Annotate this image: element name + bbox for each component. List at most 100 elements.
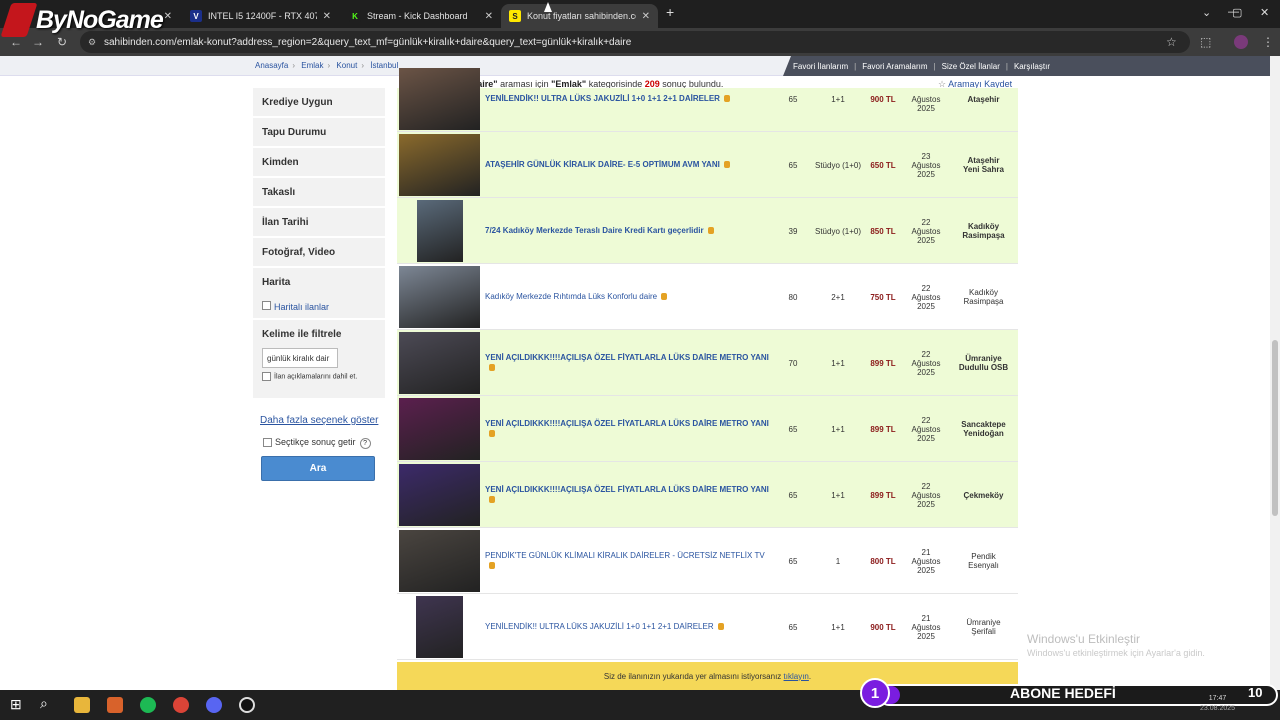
location-district: Sancaktepe (961, 420, 1006, 429)
listing-photo[interactable] (399, 530, 480, 592)
more-options-link[interactable]: Daha fazla seçenek göster (260, 415, 378, 426)
date-year: 2025 (917, 631, 935, 641)
listing-price: 899 TL (870, 490, 896, 500)
map-option-label[interactable]: Haritalı ilanlar (274, 302, 329, 312)
bold-badge-icon (489, 562, 495, 570)
listing-row[interactable]: YENİ AÇILDIKKK!!!!AÇILIŞA ÖZEL FİYATLARL… (397, 462, 1018, 528)
listing-row[interactable]: 7/24 Kadıköy Merkezde Teraslı Daire Kred… (397, 198, 1018, 264)
compare-link[interactable]: Karşılaştır (1014, 62, 1050, 71)
chrome-icon[interactable] (173, 697, 189, 713)
listing-title[interactable]: YENİLENDİK!! ULTRA LÜKS JAKUZİLİ 1+0 1+1… (485, 88, 770, 110)
bookmark-star-icon[interactable]: ☆ (1166, 35, 1177, 49)
location-district: Kadıköy (969, 288, 998, 297)
search-button[interactable]: Ara (261, 456, 375, 481)
listing-photo[interactable] (399, 398, 480, 460)
listing-row[interactable]: ATAŞEHİR GÜNLÜK KİRALIK DAİRE- E-5 OPTİM… (397, 132, 1018, 198)
browser-tab[interactable]: V INTEL I5 12400F - RTX 4070 - H ✕ (182, 4, 339, 28)
listing-location: Ataşehir (949, 88, 1018, 110)
breadcrumb-item[interactable]: Anasayfa (255, 61, 288, 70)
listing-photo[interactable] (399, 68, 480, 130)
listing-row[interactable]: PENDİK'TE GÜNLÜK KLİMALI KİRALIK DAİRELE… (397, 528, 1018, 594)
listing-location: Ümraniye Dudullu OSB (949, 330, 1018, 396)
new-tab-icon[interactable]: + (666, 4, 674, 20)
browser-tab[interactable]: K Stream - Kick Dashboard ✕ (341, 4, 501, 28)
listing-title[interactable]: YENİ AÇILDIKKK!!!!AÇILIŞA ÖZEL FİYATLARL… (485, 462, 770, 528)
listing-location: Ataşehir Yeni Sahra (949, 132, 1018, 198)
listing-row[interactable]: Kadıköy Merkezde Rıhtımda Lüks Konforlu … (397, 264, 1018, 330)
scrollbar[interactable] (1270, 56, 1280, 690)
discord-icon[interactable] (206, 697, 222, 713)
keyword-input[interactable] (262, 348, 338, 368)
listing-photo[interactable] (399, 332, 480, 394)
listing-title[interactable]: YENİ AÇILDIKKK!!!!AÇILIŞA ÖZEL FİYATLARL… (485, 396, 770, 462)
app-icon[interactable] (107, 697, 123, 713)
listing-photo[interactable] (417, 200, 463, 262)
extensions-icon[interactable]: ⬚ (1200, 35, 1211, 49)
location-neighborhood: Rasimpaşa (963, 297, 1004, 306)
close-icon[interactable]: ✕ (323, 11, 331, 22)
filter-swap[interactable]: Takaslı (253, 178, 385, 206)
listing-row[interactable]: YENİ AÇILDIKKK!!!!AÇILIŞA ÖZEL FİYATLARL… (397, 330, 1018, 396)
restore-icon[interactable]: ▢ (1232, 6, 1242, 19)
menu-icon[interactable]: ⋮ (1262, 35, 1274, 49)
date-month: Ağustos (911, 622, 941, 632)
date-month: Ağustos (911, 424, 941, 434)
filter-from-whom[interactable]: Kimden (253, 148, 385, 176)
spotify-icon[interactable] (140, 697, 156, 713)
listing-m2: 65 (788, 490, 798, 500)
breadcrumb-item[interactable]: Emlak (301, 61, 323, 70)
listing-title[interactable]: YENİ AÇILDIKKK!!!!AÇILIŞA ÖZEL FİYATLARL… (485, 330, 770, 396)
file-explorer-icon[interactable] (74, 697, 90, 713)
listing-photo[interactable] (399, 266, 480, 328)
ad-banner-link[interactable]: tıklayın (784, 672, 809, 681)
favorite-listings-link[interactable]: Favori İlanlarım (793, 62, 848, 71)
listing-photo[interactable] (399, 134, 480, 196)
listing-price: 800 TL (870, 556, 896, 566)
listing-title[interactable]: PENDİK'TE GÜNLÜK KLİMALI KİRALIK DAİRELE… (485, 528, 770, 594)
close-window-icon[interactable]: ✕ (1260, 6, 1269, 19)
tab-label: Stream - Kick Dashboard (367, 11, 468, 21)
listing-title[interactable]: YENİLENDİK!! ULTRA LÜKS JAKUZİLİ 1+0 1+1… (485, 594, 770, 660)
close-icon[interactable]: ✕ (485, 11, 493, 22)
browser-tab-active[interactable]: S Konut fiyatları sahibinden.com ✕ (501, 4, 658, 28)
goal-label: ABONE HEDEFİ (1010, 685, 1116, 701)
breadcrumb-item[interactable]: Konut (336, 61, 357, 70)
auto-result-checkbox[interactable] (263, 438, 272, 448)
breadcrumb-item[interactable]: İstanbul (370, 61, 398, 70)
close-icon[interactable]: ✕ (642, 11, 650, 22)
listing-title[interactable]: 7/24 Kadıköy Merkezde Teraslı Daire Kred… (485, 198, 770, 264)
address-bar[interactable]: ⚙ sahibinden.com/emlak-konut?address_reg… (80, 31, 1190, 53)
scrollbar-thumb[interactable] (1272, 340, 1278, 516)
listing-photo[interactable] (416, 596, 463, 658)
obs-icon[interactable] (239, 697, 255, 713)
date-month: Ağustos (911, 490, 941, 500)
filter-deed-status[interactable]: Tapu Durumu (253, 118, 385, 146)
profile-avatar[interactable] (1234, 35, 1248, 49)
filter-listing-date[interactable]: İlan Tarihi (253, 208, 385, 236)
help-icon[interactable]: ? (359, 438, 371, 449)
listing-title[interactable]: ATAŞEHİR GÜNLÜK KİRALIK DAİRE- E-5 OPTİM… (485, 132, 770, 198)
start-icon[interactable]: ⊞ (10, 696, 26, 712)
filter-photo-video[interactable]: Fotoğraf, Video (253, 238, 385, 266)
breadcrumb: Anasayfa › Emlak › Konut › İstanbul (255, 61, 399, 70)
listing-row[interactable]: YENİLENDİK!! ULTRA LÜKS JAKUZİLİ 1+0 1+1… (397, 594, 1018, 660)
activation-watermark-sub: Windows'u etkinleştirmek için Ayarlar'a … (1027, 648, 1205, 658)
listing-row[interactable]: YENİ AÇILDIKKK!!!!AÇILIŞA ÖZEL FİYATLARL… (397, 396, 1018, 462)
include-description-checkbox[interactable] (262, 372, 271, 381)
location-neighborhood: Esenyalı (968, 561, 999, 570)
listing-location: Pendik Esenyalı (949, 528, 1018, 594)
favorite-searches-link[interactable]: Favori Aramalarım (862, 62, 927, 71)
auto-result-toggle: Seçtikçe sonuç getir? (263, 437, 371, 449)
favorites-bar: Favori İlanlarım | Favori Aramalarım | Siz… (783, 56, 1270, 76)
listing-title-text: YENİ AÇILDIKKK!!!!AÇILIŞA ÖZEL FİYATLARL… (485, 485, 769, 494)
special-listings-link[interactable]: Size Özel İlanlar (942, 62, 1000, 71)
filter-keyword: Kelime ile filtrele İlan açıklamalarını … (253, 320, 385, 398)
search-icon[interactable]: ⌕ (40, 695, 56, 711)
listing-row[interactable]: YENİLENDİK!! ULTRA LÜKS JAKUZİLİ 1+0 1+1… (397, 68, 1018, 132)
listing-photo[interactable] (399, 464, 480, 526)
tab-search-icon[interactable]: ⌄ (1202, 6, 1211, 19)
filter-credit-eligible[interactable]: Krediye Uygun (253, 88, 385, 116)
listing-title[interactable]: Kadıköy Merkezde Rıhtımda Lüks Konforlu … (485, 264, 770, 330)
map-checkbox[interactable] (262, 301, 271, 311)
listing-rooms: 1+1 (831, 424, 845, 434)
